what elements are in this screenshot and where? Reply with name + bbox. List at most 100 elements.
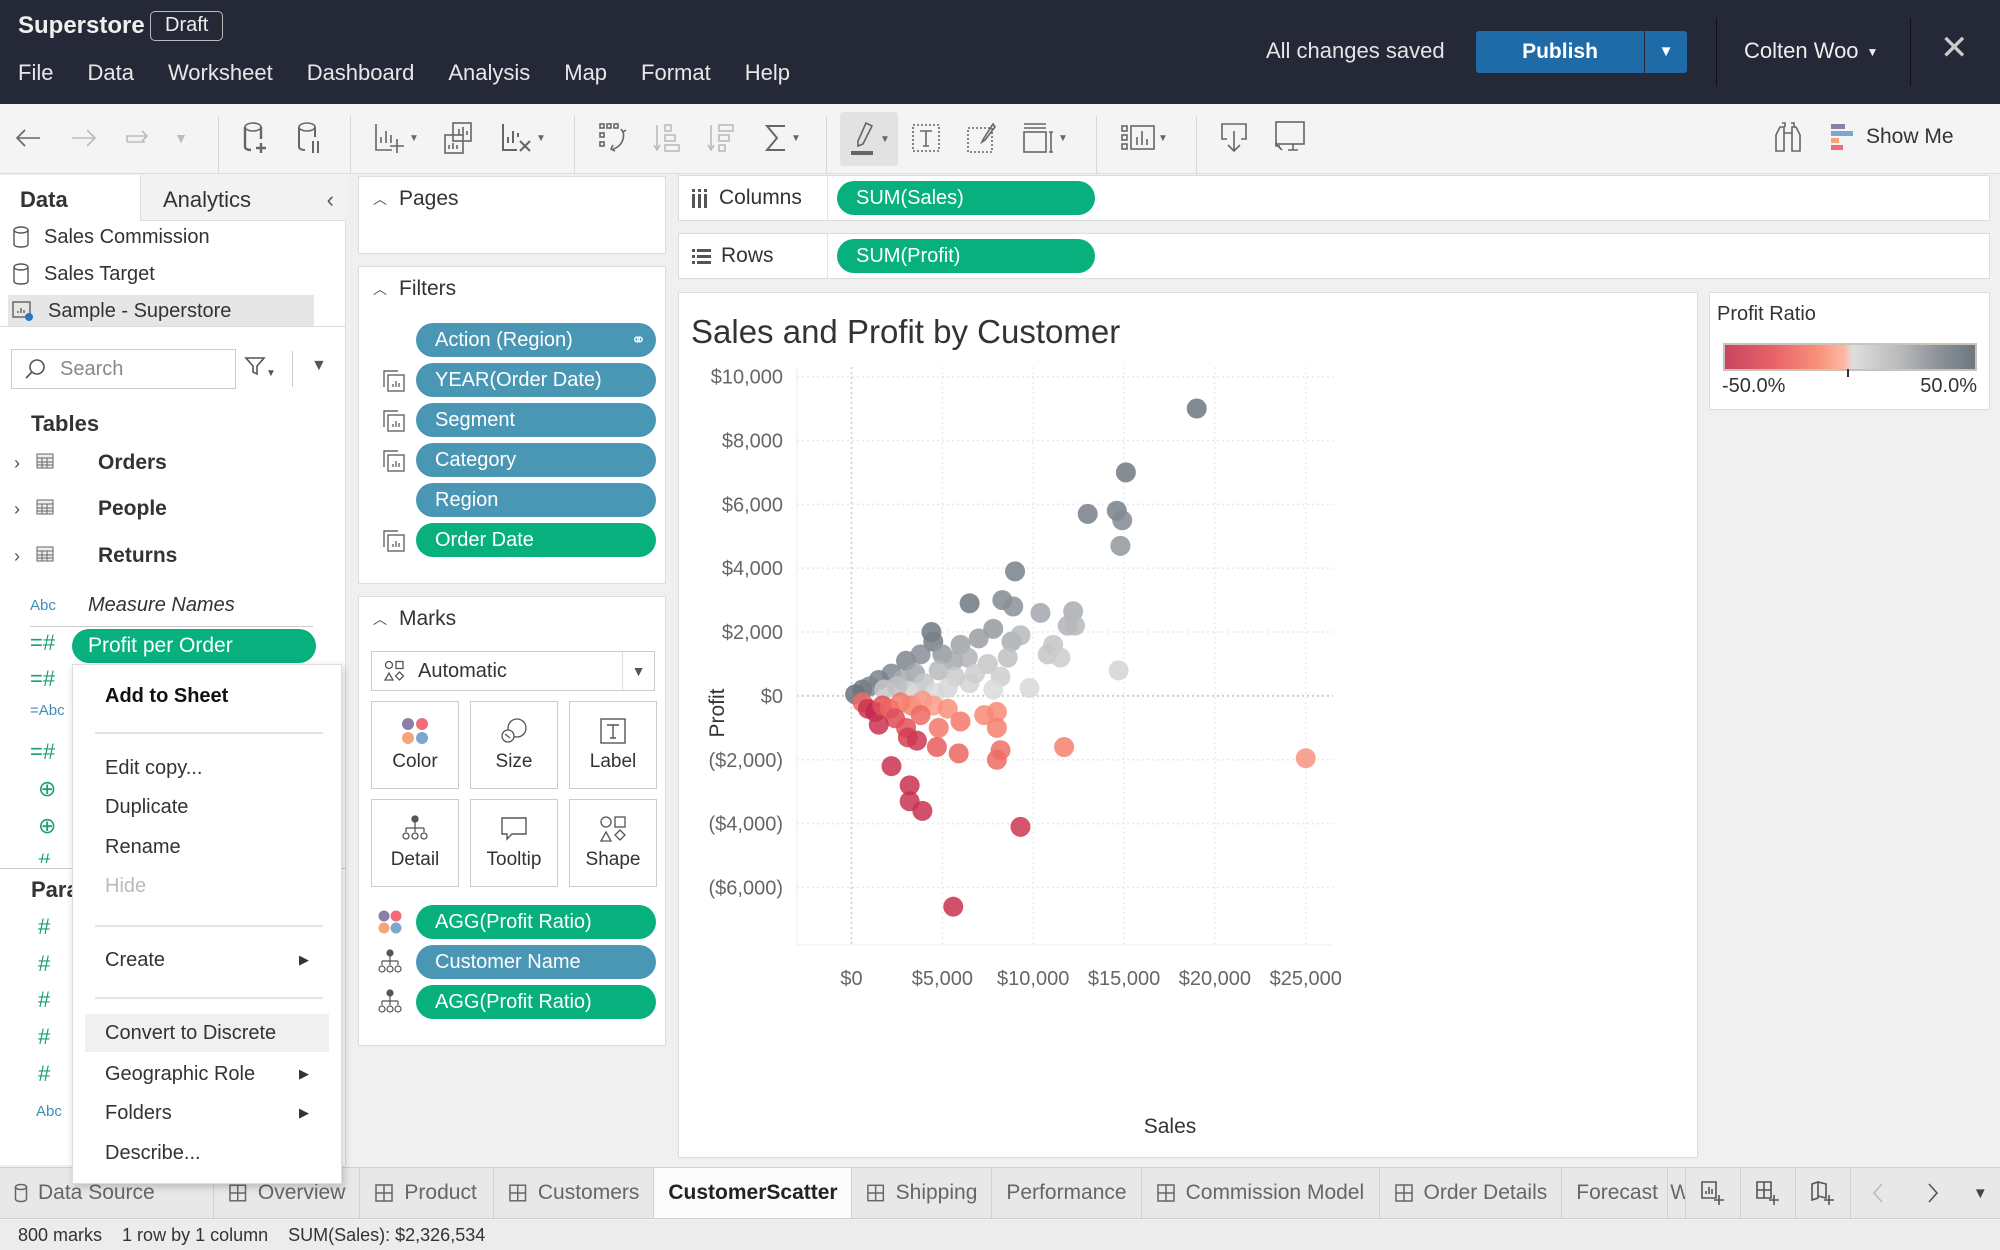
scatter-point[interactable] — [968, 628, 989, 649]
marks-tooltip-button[interactable]: Tooltip — [470, 799, 558, 887]
pages-card[interactable]: ︿ Pages — [358, 176, 666, 254]
columns-shelf[interactable]: Columns SUM(Sales) — [678, 175, 1990, 221]
scatter-point[interactable] — [1112, 510, 1133, 531]
menu-file[interactable]: File — [0, 56, 70, 90]
marks-pill-detail-profit-ratio[interactable]: AGG(Profit Ratio) — [416, 985, 656, 1019]
tab-commission-model[interactable]: Commission Model — [1142, 1168, 1380, 1218]
columns-pill-sum-sales[interactable]: SUM(Sales) — [837, 181, 1095, 215]
scatter-point[interactable] — [1115, 462, 1136, 483]
replay-animation-button[interactable] — [120, 118, 156, 158]
scatter-point[interactable] — [1030, 602, 1051, 623]
scatter-point[interactable] — [983, 679, 1004, 700]
scatter-point[interactable] — [910, 644, 931, 665]
scatter-point[interactable] — [1064, 615, 1085, 636]
scatter-point[interactable] — [906, 730, 927, 751]
filters-card[interactable]: ︿ Filters Action (Region) ⚭ YEAR(Order Da… — [358, 266, 666, 584]
marks-card-title[interactable]: ︿ Marks — [373, 607, 456, 631]
marks-size-button[interactable]: Size — [470, 701, 558, 789]
scatter-point[interactable] — [959, 593, 980, 614]
menu-dashboard[interactable]: Dashboard — [290, 56, 432, 90]
filter-pill-order-date[interactable]: Order Date — [416, 523, 656, 557]
filter-pill-year-order-date[interactable]: YEAR(Order Date) — [416, 363, 656, 397]
scatter-point[interactable] — [950, 711, 971, 732]
data-source-item[interactable]: Sales Commission — [8, 221, 314, 253]
format-workbook-button[interactable] — [964, 118, 1000, 158]
field-profit-per-order[interactable]: Profit per Order — [72, 629, 316, 663]
rows-shelf[interactable]: Rows SUM(Profit) — [678, 233, 1990, 279]
new-data-source-button[interactable] — [238, 118, 274, 158]
scatter-point[interactable] — [1010, 625, 1031, 646]
tab-analytics[interactable]: Analytics ‹ — [140, 175, 346, 221]
tab-product[interactable]: Product — [360, 1168, 495, 1218]
collapse-pane-icon[interactable]: ‹ — [327, 187, 334, 213]
pause-auto-updates-button[interactable] — [292, 118, 328, 158]
replay-options-button[interactable]: ▼ — [170, 118, 190, 158]
tabs-menu-button[interactable]: ▼ — [1961, 1168, 2000, 1218]
color-legend[interactable]: Profit Ratio -50.0% 50.0% — [1709, 292, 1990, 410]
scatter-point[interactable] — [910, 705, 931, 726]
data-source-item-selected[interactable]: Sample - Superstore — [8, 295, 314, 327]
scatter-point[interactable] — [1077, 503, 1098, 524]
scatter-point[interactable] — [1108, 660, 1129, 681]
menu-add-to-sheet[interactable]: Add to Sheet — [73, 677, 341, 715]
scatter-point[interactable] — [1005, 561, 1026, 582]
menu-format[interactable]: Format — [624, 56, 728, 90]
marks-shape-button[interactable]: Shape — [569, 799, 657, 887]
table-orders[interactable]: › Orders — [14, 446, 167, 480]
tab-performance[interactable]: Performance — [992, 1168, 1142, 1218]
marks-label-button[interactable]: Label — [569, 701, 657, 789]
scatter-point[interactable] — [1003, 596, 1024, 617]
scatter-point[interactable] — [928, 717, 949, 738]
rows-pill-sum-profit[interactable]: SUM(Profit) — [837, 239, 1095, 273]
marks-detail-button[interactable]: Detail — [371, 799, 459, 887]
data-source-item[interactable]: Sales Target — [8, 258, 314, 290]
scatter-point[interactable] — [868, 714, 889, 735]
scatter-point[interactable] — [1295, 748, 1316, 769]
menu-analysis[interactable]: Analysis — [431, 56, 547, 90]
tab-truncated[interactable]: W — [1668, 1168, 1686, 1218]
menu-edit-copy[interactable]: Edit copy... — [73, 749, 341, 787]
scatter-point[interactable] — [1019, 677, 1040, 698]
presentation-mode-button[interactable] — [1270, 118, 1310, 158]
menu-create[interactable]: Create ▶ — [73, 941, 341, 979]
table-returns[interactable]: › Returns — [14, 539, 177, 573]
duplicate-sheet-button[interactable] — [438, 118, 478, 158]
menu-convert-to-discrete[interactable]: Convert to Discrete — [85, 1014, 329, 1052]
scatter-point[interactable] — [986, 717, 1007, 738]
undo-button[interactable] — [10, 118, 46, 158]
scatter-point[interactable] — [965, 663, 986, 684]
show-cards-button[interactable]: ▼ — [1116, 118, 1172, 158]
scatter-point[interactable] — [1010, 816, 1031, 837]
redo-button[interactable] — [66, 118, 102, 158]
new-story-tab-button[interactable] — [1796, 1168, 1851, 1218]
scatter-point[interactable] — [912, 800, 933, 821]
field-measure-names[interactable]: Abc Measure Names — [30, 589, 235, 621]
new-worksheet-button[interactable]: ▼ — [372, 118, 420, 158]
menu-help[interactable]: Help — [728, 56, 807, 90]
scroll-tabs-right-button[interactable] — [1906, 1168, 1961, 1218]
tab-forecast[interactable]: Forecast — [1562, 1168, 1669, 1218]
tab-customers[interactable]: Customers — [494, 1168, 655, 1218]
clear-sheet-button[interactable]: ▼ — [498, 118, 548, 158]
marks-pill-customer-name[interactable]: Customer Name — [416, 945, 656, 979]
download-button[interactable] — [1216, 118, 1252, 158]
filters-card-title[interactable]: ︿ Filters — [373, 277, 456, 301]
scatter-point[interactable] — [943, 896, 964, 917]
swap-rows-columns-button[interactable] — [596, 118, 632, 158]
table-people[interactable]: › People — [14, 492, 167, 526]
tab-shipping[interactable]: Shipping — [852, 1168, 993, 1218]
pages-card-title[interactable]: ︿ Pages — [373, 187, 459, 211]
show-mark-labels-button[interactable] — [908, 118, 944, 158]
marks-color-button[interactable]: Color — [371, 701, 459, 789]
publish-button[interactable]: Publish — [1476, 31, 1644, 73]
menu-folders[interactable]: Folders ▶ — [73, 1094, 341, 1132]
totals-button[interactable]: ▼ — [760, 118, 804, 158]
scatter-point[interactable] — [1110, 535, 1131, 556]
scatter-point[interactable] — [937, 677, 958, 698]
menu-geographic-role[interactable]: Geographic Role ▶ — [73, 1055, 341, 1093]
filter-pill-category[interactable]: Category — [416, 443, 656, 477]
scatter-point[interactable] — [948, 743, 969, 764]
close-icon[interactable]: ✕ — [1940, 28, 1969, 68]
scatter-plot[interactable]: $10,000 $8,000 $6,000 $4,000 $2,000 $0 ($2,000… — [679, 293, 1699, 1159]
mark-type-dropdown[interactable]: Automatic ▼ — [371, 651, 655, 691]
